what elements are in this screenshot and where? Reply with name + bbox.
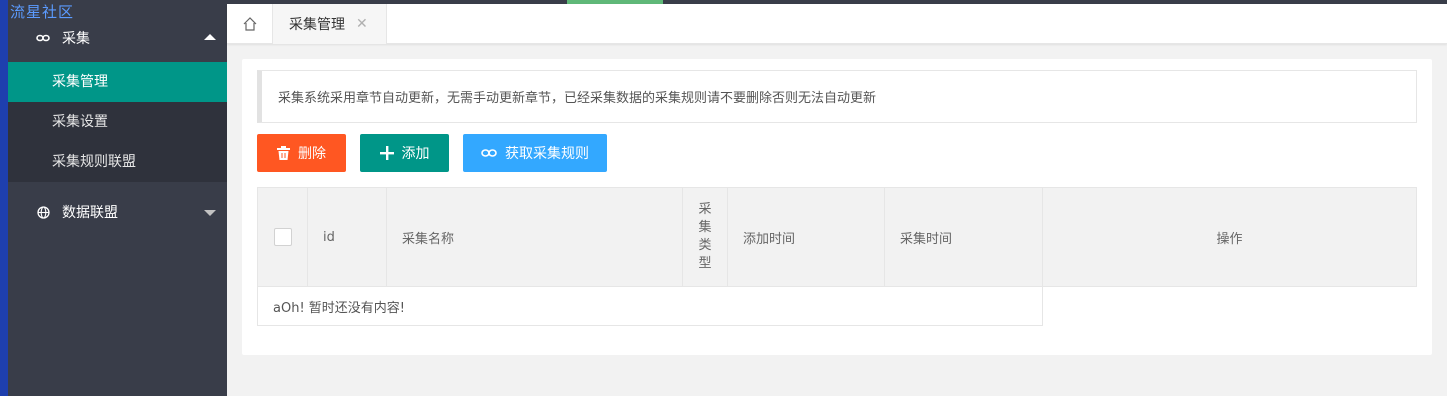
- column-header-collect-time: 采集时间: [885, 188, 1043, 286]
- column-header-type-cell: 采集类型: [683, 188, 728, 286]
- table-header: id 采集名称 采集类型 添加时间 采集时间 操作: [257, 187, 1417, 287]
- link-icon: [481, 148, 497, 158]
- home-button[interactable]: [227, 4, 273, 44]
- caret-down-icon: [204, 210, 216, 216]
- plus-icon: [379, 146, 394, 160]
- trash-icon: [277, 146, 290, 160]
- link-icon: [36, 31, 50, 45]
- caret-up-icon: [204, 34, 216, 40]
- nav-group-collect[interactable]: 采集: [8, 10, 227, 66]
- left-edge-strip: [0, 0, 8, 396]
- tab-collect-manage[interactable]: 采集管理 ✕: [273, 4, 387, 44]
- nav-group-label: 数据联盟: [62, 205, 118, 221]
- column-header-added-time: 添加时间: [728, 188, 885, 286]
- sidebar-item-collect-manage[interactable]: 采集管理: [8, 62, 227, 102]
- delete-label: 删除: [298, 146, 326, 162]
- content-card: 采集系统采用章节自动更新，无需手动更新章节，已经采集数据的采集规则请不要删除否则…: [242, 59, 1432, 355]
- sidebar: 流星社区 采集 采集管理 采集设置 采集规则联盟 数据联盟: [8, 4, 227, 396]
- column-header-id: id: [308, 188, 387, 286]
- add-label: 添加: [401, 146, 430, 162]
- sidebar-item-collect-rules-union[interactable]: 采集规则联盟: [8, 142, 227, 182]
- empty-table-message: aOh! 暂时还没有内容!: [257, 286, 1043, 326]
- select-all-checkbox[interactable]: [273, 228, 292, 246]
- tabs-bar: 采集管理 ✕: [227, 4, 1447, 44]
- column-header-type: 采集类型: [698, 202, 712, 271]
- sidebar-item-collect-settings[interactable]: 采集设置: [8, 102, 227, 142]
- tab-label: 采集管理: [289, 17, 345, 33]
- get-rules-button[interactable]: 获取采集规则: [463, 134, 607, 172]
- header-checkbox-cell: [258, 188, 308, 286]
- home-icon: [243, 17, 256, 31]
- column-header-name: 采集名称: [387, 188, 683, 286]
- add-button[interactable]: 添加: [360, 134, 449, 172]
- close-icon[interactable]: ✕: [356, 16, 368, 32]
- get-rules-label: 获取采集规则: [505, 146, 589, 162]
- globe-icon: [36, 205, 50, 219]
- nav-group-data-union[interactable]: 数据联盟: [8, 184, 227, 240]
- notice-box: 采集系统采用章节自动更新，无需手动更新章节，已经采集数据的采集规则请不要删除否则…: [257, 70, 1417, 123]
- collect-submenu: 采集管理 采集设置 采集规则联盟: [8, 62, 227, 182]
- nav-group-label: 采集: [62, 31, 90, 47]
- column-header-actions: 操作: [1216, 231, 1243, 247]
- delete-button[interactable]: 删除: [257, 134, 346, 172]
